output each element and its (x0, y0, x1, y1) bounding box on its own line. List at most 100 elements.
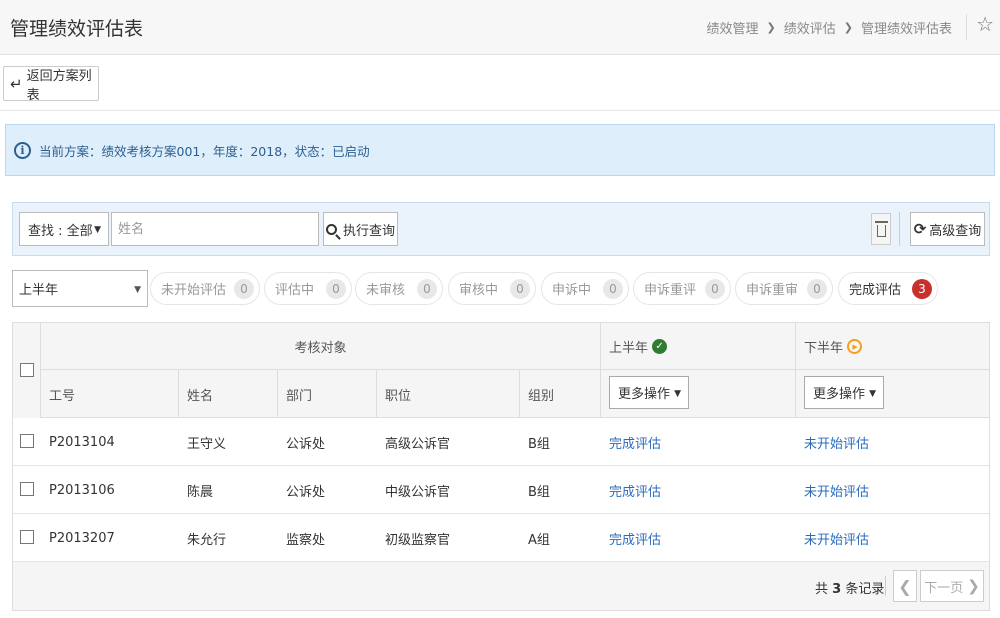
status-count: 3 (912, 279, 932, 299)
status-label: 未审核 (366, 283, 406, 298)
divider (795, 323, 796, 370)
row-checkbox[interactable] (20, 482, 34, 496)
table-row: P2013106 陈晨 公诉处 中级公诉官 B组 完成评估 未开始评估 (13, 466, 989, 514)
column-header-dept: 部门 (286, 388, 313, 404)
cell-id: P2013104 (49, 434, 115, 450)
divider (277, 370, 278, 418)
status-filter-appeal-reevaluate[interactable]: 申诉重评 0 (633, 272, 731, 305)
column-header-group: 组别 (528, 388, 555, 404)
table-row: P2013104 王守义 公诉处 高级公诉官 B组 完成评估 未开始评估 (13, 418, 989, 466)
second-half-more-ops-select[interactable]: 更多操作 ▼ (804, 376, 884, 409)
select-all-cell (13, 323, 41, 418)
breadcrumb-item[interactable]: 绩效评估 (784, 18, 836, 37)
more-ops-label: 更多操作 (618, 387, 671, 402)
cell-id: P2013207 (49, 530, 115, 546)
execute-query-button[interactable]: 执行查询 (323, 212, 398, 246)
row-checkbox[interactable] (20, 530, 34, 544)
check-circle-icon: ✓ (652, 339, 668, 354)
status-filter-evaluating[interactable]: 评估中 0 (264, 272, 352, 305)
breadcrumb: 绩效管理 ❯ 绩效评估 ❯ 管理绩效评估表 (707, 18, 952, 37)
column-header-position: 职位 (385, 388, 412, 404)
find-scope-select[interactable]: 查找 : 全部 ▼ (19, 212, 109, 246)
divider (519, 370, 520, 418)
advanced-query-button[interactable]: ⟳ 高级查询 (910, 212, 985, 246)
cell-group: A组 (528, 532, 550, 548)
first-half-status-link[interactable]: 完成评估 (609, 514, 661, 562)
back-button-label: 返回方案列表 (26, 68, 92, 103)
status-filter-unreviewed[interactable]: 未审核 0 (355, 272, 443, 305)
status-count: 0 (807, 279, 827, 299)
status-filter-completed[interactable]: 完成评估 3 (838, 272, 938, 305)
group-header-target: 考核对象 (294, 341, 347, 356)
cell-name: 朱允行 (187, 532, 227, 548)
query-button-label: 执行查询 (342, 223, 395, 239)
more-ops-label: 更多操作 (813, 387, 866, 402)
select-all-checkbox[interactable] (20, 363, 34, 377)
divider (600, 323, 601, 370)
prev-page-button[interactable]: ❮ (893, 570, 917, 602)
divider (0, 110, 1000, 111)
first-half-more-ops-select[interactable]: 更多操作 ▼ (609, 376, 689, 409)
status-filter-reviewing[interactable]: 审核中 0 (448, 272, 536, 305)
info-alert: i 当前方案：绩效考核方案001，年度：2018，状态：已启动 (5, 124, 995, 176)
first-half-status-link[interactable]: 完成评估 (609, 466, 661, 514)
star-icon[interactable]: ☆ (976, 12, 994, 36)
info-icon: i (14, 141, 31, 159)
page-title: 管理绩效评估表 (10, 18, 144, 40)
next-page-label: 下一页 (924, 580, 964, 596)
cell-group: B组 (528, 436, 550, 452)
status-label: 审核中 (459, 283, 499, 298)
divider (178, 370, 179, 418)
cell-dept: 监察处 (286, 532, 326, 548)
status-label: 申诉中 (552, 283, 592, 298)
caret-down-icon: ▼ (94, 225, 101, 235)
divider (376, 370, 377, 418)
status-filter-appealing[interactable]: 申诉中 0 (541, 272, 629, 305)
status-count: 0 (705, 279, 725, 299)
return-arrow-icon: ↵ (10, 74, 23, 93)
header-divider (966, 14, 967, 40)
table-row: P2013207 朱允行 监察处 初级监察官 A组 完成评估 未开始评估 (13, 514, 989, 562)
caret-down-icon: ▼ (674, 389, 681, 399)
delete-button[interactable] (871, 213, 891, 245)
table-column-header: 工号 姓名 部门 职位 组别 更多操作 ▼ 更多操作 ▼ (13, 370, 989, 418)
status-count: 0 (510, 279, 530, 299)
name-search-input[interactable] (111, 212, 319, 246)
period-select[interactable]: 上半年 ▼ (12, 270, 148, 307)
divider (795, 370, 796, 418)
chevron-right-icon: ❯ (843, 21, 853, 34)
status-filter-not-started[interactable]: 未开始评估 0 (150, 272, 260, 305)
period-value: 上半年 (19, 283, 59, 298)
status-count: 0 (417, 279, 437, 299)
evaluation-table: 考核对象 上半年 ✓ 下半年 ▶ 工号 姓名 部门 职位 组别 更多操作 ▼ 更… (12, 322, 990, 611)
second-half-status-link[interactable]: 未开始评估 (804, 418, 869, 466)
page-header: 管理绩效评估表 绩效管理 ❯ 绩效评估 ❯ 管理绩效评估表 ☆ (0, 0, 1000, 55)
status-count: 0 (234, 279, 254, 299)
group-header-first-half: 上半年 ✓ (609, 323, 668, 370)
second-half-label: 下半年 (804, 341, 844, 356)
cell-position: 高级公诉官 (385, 436, 451, 452)
cell-name: 陈晨 (187, 484, 214, 500)
breadcrumb-item[interactable]: 绩效管理 (707, 18, 759, 37)
status-count: 0 (603, 279, 623, 299)
status-filter-appeal-rereview[interactable]: 申诉重审 0 (735, 272, 833, 305)
cell-id: P2013106 (49, 482, 115, 498)
cell-position: 初级监察官 (385, 532, 451, 548)
total-prefix: 共 (815, 582, 829, 597)
caret-down-icon: ▼ (869, 389, 876, 399)
advanced-button-label: 高级查询 (929, 223, 982, 239)
search-icon (325, 223, 337, 235)
second-half-status-link[interactable]: 未开始评估 (804, 514, 869, 562)
next-page-button[interactable]: 下一页 ❯ (920, 570, 984, 602)
second-half-status-link[interactable]: 未开始评估 (804, 466, 869, 514)
info-text: 当前方案：绩效考核方案001，年度：2018，状态：已启动 (39, 143, 370, 159)
trash-icon (874, 220, 888, 237)
back-to-list-button[interactable]: ↵ 返回方案列表 (3, 66, 99, 103)
total-records: 共 3 条记录 (815, 578, 884, 597)
column-header-name: 姓名 (187, 388, 214, 404)
row-checkbox[interactable] (20, 434, 34, 448)
total-count: 3 (832, 582, 842, 597)
status-label: 评估中 (275, 283, 315, 298)
first-half-status-link[interactable]: 完成评估 (609, 418, 661, 466)
refresh-icon: ⟳ (913, 220, 927, 238)
